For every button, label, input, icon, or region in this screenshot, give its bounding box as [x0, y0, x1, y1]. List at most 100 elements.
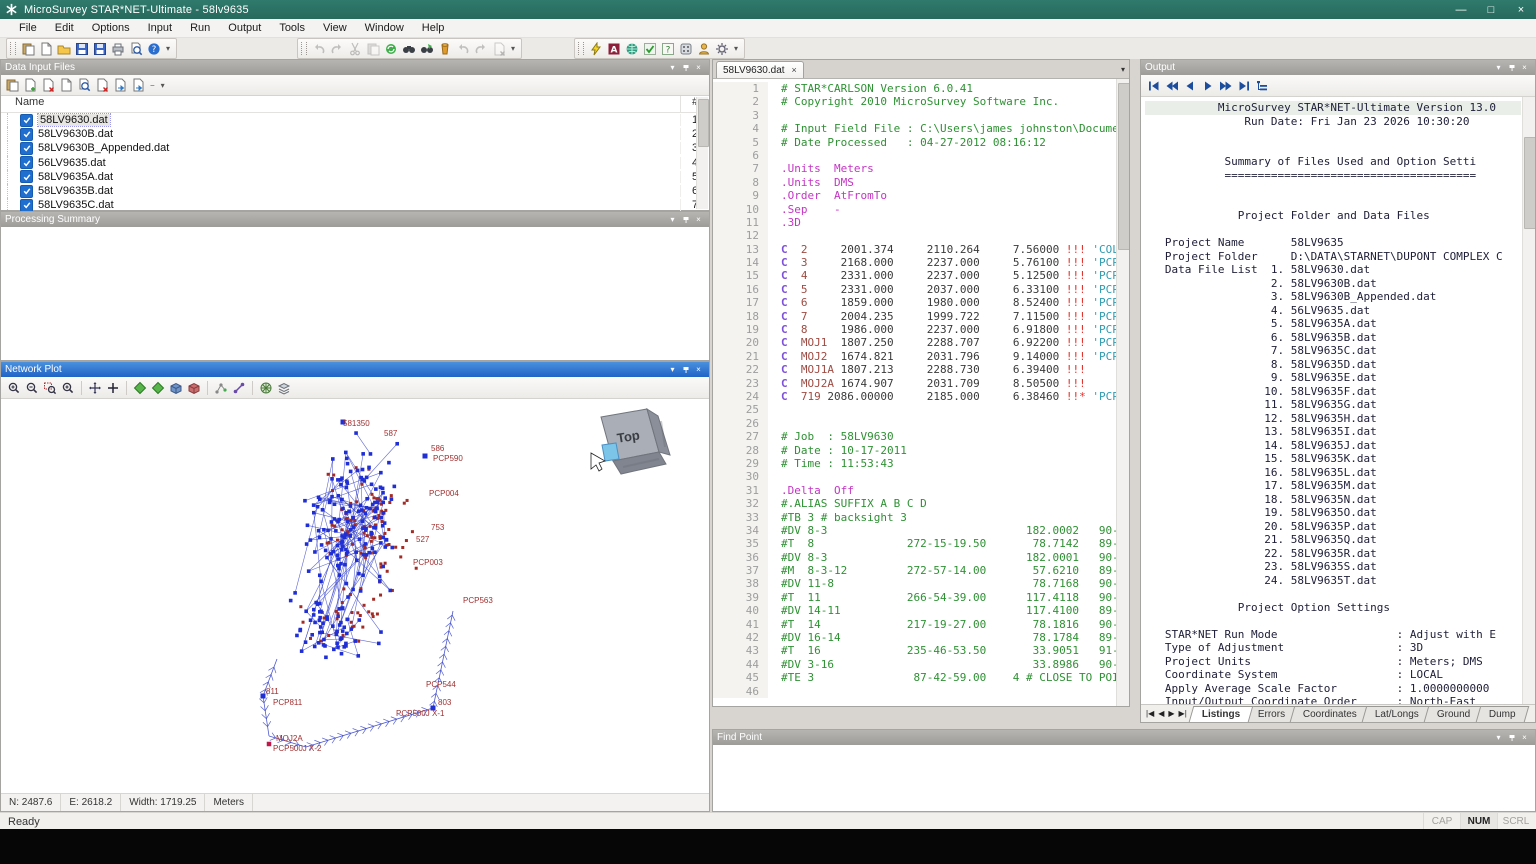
- file-name[interactable]: 58LV9635A.dat: [38, 171, 680, 183]
- run-adjustment-icon[interactable]: [587, 40, 605, 57]
- new-project-icon[interactable]: [19, 40, 37, 57]
- crosshair-icon[interactable]: [104, 379, 122, 396]
- move-file-in-icon[interactable]: [111, 77, 129, 94]
- file-name[interactable]: 58LV9630.dat: [38, 114, 680, 126]
- network-plot-canvas[interactable]: 581350587586PCP590PCP004753527PCP003PCP5…: [1, 399, 709, 793]
- redo-icon[interactable]: [328, 40, 346, 57]
- toolbar-overflow-icon[interactable]: ▾: [508, 44, 518, 53]
- page-back-icon[interactable]: [1163, 77, 1181, 94]
- view-3d-icon[interactable]: [167, 379, 185, 396]
- editor-tab-58lv9630[interactable]: 58LV9630.dat ×: [716, 61, 804, 78]
- help-icon[interactable]: [145, 40, 163, 57]
- file-name[interactable]: 58LV9630B.dat: [38, 128, 680, 140]
- open-file-icon[interactable]: [55, 40, 73, 57]
- file-checkbox[interactable]: [20, 114, 33, 127]
- paste-icon[interactable]: [364, 40, 382, 57]
- panel-menu-icon[interactable]: ▾: [1492, 62, 1505, 73]
- help-topic-icon[interactable]: [659, 40, 677, 57]
- panel-menu-icon[interactable]: ▾: [666, 364, 679, 375]
- menu-view[interactable]: View: [314, 20, 356, 36]
- new-data-file-icon[interactable]: [57, 77, 75, 94]
- file-row[interactable]: 58LV9635B.dat6: [1, 184, 709, 198]
- tab-scroll-first-icon[interactable]: |◀: [1144, 709, 1156, 718]
- file-list-dropdown-icon[interactable]: ▾: [158, 81, 168, 90]
- new-file-icon[interactable]: [37, 40, 55, 57]
- output-body[interactable]: MicroSurvey STAR*NET-Ultimate Version 13…: [1141, 97, 1535, 704]
- file-checkbox[interactable]: [20, 128, 33, 141]
- toolbar-grip[interactable]: [10, 42, 16, 55]
- output-tab-latlongs[interactable]: Lat/Longs: [1362, 706, 1433, 722]
- panel-menu-icon[interactable]: ▾: [666, 214, 679, 225]
- file-row[interactable]: 58LV9630.dat1: [1, 113, 709, 127]
- back-icon[interactable]: [1181, 77, 1199, 94]
- close-icon[interactable]: ×: [1518, 732, 1531, 743]
- pin-icon[interactable]: [1505, 732, 1518, 743]
- tab-scroll-left-icon[interactable]: ◀: [1156, 709, 1166, 718]
- menu-tools[interactable]: Tools: [270, 20, 314, 36]
- rotate-left-icon[interactable]: [454, 40, 472, 57]
- editor-body[interactable]: 1# STAR*CARLSON Version 6.0.412# Copyrig…: [713, 79, 1129, 706]
- page-forward-icon[interactable]: [1217, 77, 1235, 94]
- delete-file-icon[interactable]: [93, 77, 111, 94]
- editor-scrollbar[interactable]: [1116, 79, 1129, 706]
- user-settings-icon[interactable]: [695, 40, 713, 57]
- close-icon[interactable]: ×: [692, 214, 705, 225]
- find-icon[interactable]: [400, 40, 418, 57]
- move-file-out-icon[interactable]: [129, 77, 147, 94]
- orientation-cube[interactable]: Top: [591, 409, 670, 474]
- menu-output[interactable]: Output: [219, 20, 270, 36]
- preferences-icon[interactable]: [713, 40, 731, 57]
- file-row[interactable]: 56LV9635.dat4: [1, 156, 709, 170]
- close-button[interactable]: ×: [1506, 0, 1536, 19]
- pin-icon[interactable]: [679, 62, 692, 73]
- file-name[interactable]: 56LV9635.dat: [38, 157, 680, 169]
- panel-menu-icon[interactable]: ▾: [666, 62, 679, 73]
- process-icon[interactable]: [677, 40, 695, 57]
- output-tab-dump[interactable]: Dump: [1475, 706, 1528, 722]
- menu-help[interactable]: Help: [413, 20, 454, 36]
- traverse-icon[interactable]: [212, 379, 230, 396]
- show-names-icon[interactable]: [149, 379, 167, 396]
- menu-input[interactable]: Input: [139, 20, 181, 36]
- file-list-scrollbar[interactable]: [696, 97, 708, 209]
- print-preview-icon[interactable]: [127, 40, 145, 57]
- remove-file-icon[interactable]: [39, 77, 57, 94]
- output-tab-ground[interactable]: Ground: [1424, 706, 1484, 722]
- file-checkbox[interactable]: [20, 199, 33, 212]
- menu-edit[interactable]: Edit: [46, 20, 83, 36]
- text-style-icon[interactable]: [605, 40, 623, 57]
- check-data-icon[interactable]: [641, 40, 659, 57]
- toolbar-grip[interactable]: [301, 42, 307, 55]
- open-data-file-icon[interactable]: [75, 77, 93, 94]
- menu-options[interactable]: Options: [83, 20, 139, 36]
- fill-icon[interactable]: [436, 40, 454, 57]
- table-of-contents-icon[interactable]: [1253, 77, 1271, 94]
- zoom-extents-icon[interactable]: [59, 379, 77, 396]
- menu-run[interactable]: Run: [181, 20, 219, 36]
- goto-start-icon[interactable]: [1145, 77, 1163, 94]
- file-row[interactable]: 58LV9635A.dat5: [1, 170, 709, 184]
- file-checkbox[interactable]: [20, 170, 33, 183]
- cut-icon[interactable]: [346, 40, 364, 57]
- find-next-icon[interactable]: [418, 40, 436, 57]
- tab-scroll-last-icon[interactable]: ▶|: [1177, 709, 1189, 718]
- file-name[interactable]: 58LV9630B_Appended.dat: [38, 142, 680, 154]
- print-icon[interactable]: [109, 40, 127, 57]
- file-row[interactable]: 58LV9630B_Appended.dat3: [1, 141, 709, 155]
- tab-close-icon[interactable]: ×: [792, 65, 797, 75]
- save-file-icon[interactable]: [73, 40, 91, 57]
- tab-scroll-right-icon[interactable]: ▶: [1166, 709, 1176, 718]
- output-scrollbar[interactable]: [1522, 97, 1535, 704]
- file-name[interactable]: 58LV9635C.dat: [38, 199, 680, 211]
- toolbar-overflow-icon[interactable]: ▾: [163, 44, 173, 53]
- connections-icon[interactable]: [230, 379, 248, 396]
- column-name[interactable]: Name: [1, 96, 681, 112]
- layers-icon[interactable]: [275, 379, 293, 396]
- collapse-icon[interactable]: −: [147, 81, 158, 90]
- refresh-icon[interactable]: [382, 40, 400, 57]
- toolbar-grip[interactable]: [578, 42, 584, 55]
- close-icon[interactable]: ×: [692, 62, 705, 73]
- save-all-icon[interactable]: [91, 40, 109, 57]
- maximize-button[interactable]: □: [1476, 0, 1506, 19]
- insert-file-icon[interactable]: [3, 77, 21, 94]
